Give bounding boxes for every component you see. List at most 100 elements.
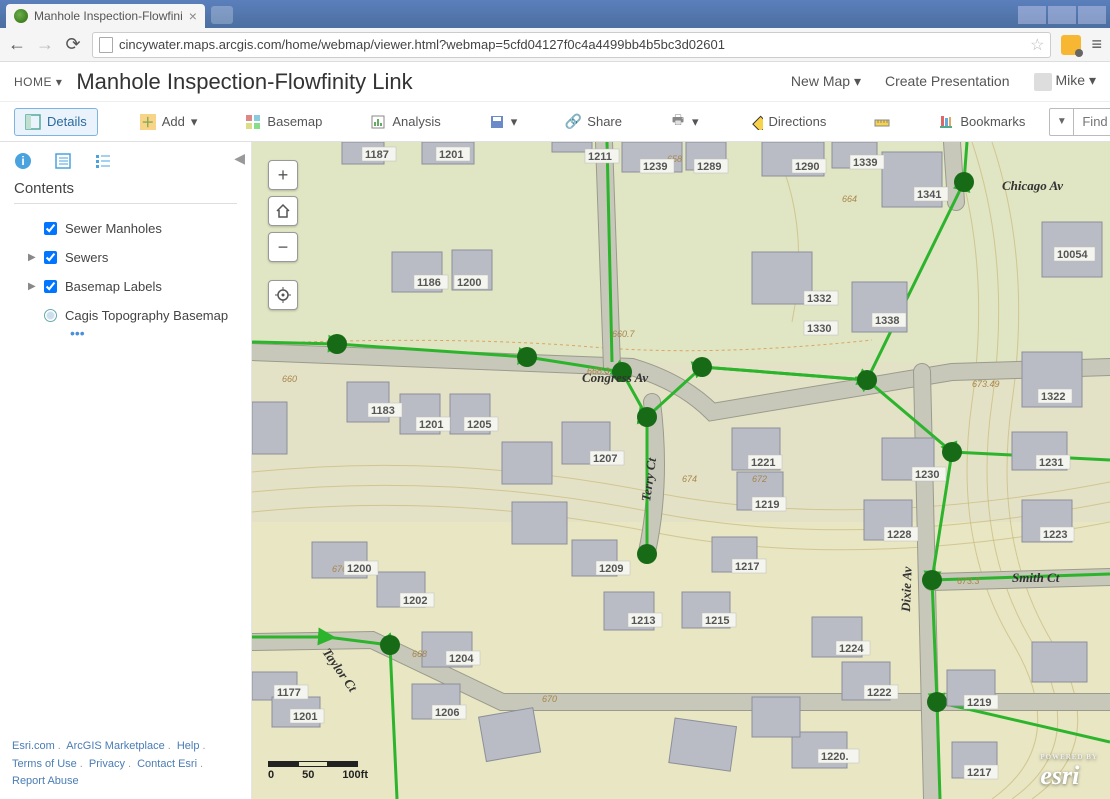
- svg-text:1206: 1206: [435, 707, 459, 719]
- svg-text:1231: 1231: [1039, 457, 1063, 469]
- home-dropdown[interactable]: HOME ▾: [14, 75, 62, 89]
- svg-text:1290: 1290: [795, 161, 819, 173]
- svg-text:1224: 1224: [839, 643, 864, 655]
- svg-text:670: 670: [542, 694, 557, 704]
- bookmark-star-icon[interactable]: ☆: [1030, 35, 1044, 55]
- app-toolbar: Details ＋ Add ▾ Basemap Analysis ▾ 🔗 Sha…: [0, 102, 1110, 142]
- tab-title: Manhole Inspection-Flowfini: [34, 9, 183, 23]
- zoom-in-button[interactable]: +: [268, 160, 298, 190]
- directions-button[interactable]: Directions: [741, 110, 833, 134]
- svg-text:1322: 1322: [1041, 391, 1065, 403]
- svg-text:1204: 1204: [449, 653, 474, 665]
- url-text: cincywater.maps.arcgis.com/home/webmap/v…: [119, 37, 725, 52]
- print-button[interactable]: 🖶▾: [664, 110, 705, 134]
- svg-text:1341: 1341: [917, 189, 941, 201]
- link-terms[interactable]: Terms of Use: [12, 758, 77, 770]
- forward-button[interactable]: →: [36, 34, 54, 55]
- extension-icon[interactable]: [1061, 35, 1081, 55]
- bookmarks-button[interactable]: Bookmarks: [932, 110, 1031, 134]
- map-canvas[interactable]: Chicago Av Congress Av Terry Ct Taylor C…: [252, 142, 1110, 799]
- browser-tab[interactable]: Manhole Inspection-Flowfini ×: [6, 4, 205, 28]
- close-tab-icon[interactable]: ×: [189, 8, 197, 24]
- locate-button[interactable]: [268, 280, 298, 310]
- layer-checkbox[interactable]: [44, 280, 57, 293]
- search-scope-dropdown[interactable]: ▼: [1050, 109, 1074, 135]
- contents-tab-icon[interactable]: [54, 152, 72, 170]
- measure-icon: [874, 114, 890, 130]
- share-icon: 🔗: [565, 114, 581, 130]
- layer-checkbox[interactable]: [44, 251, 57, 264]
- browser-toolbar: ← → ⟳ cincywater.maps.arcgis.com/home/we…: [0, 28, 1110, 62]
- basemap-radio-icon[interactable]: [44, 309, 57, 322]
- svg-text:674: 674: [682, 474, 697, 484]
- svg-text:664: 664: [842, 194, 857, 204]
- page-title: Manhole Inspection-Flowfinity Link: [76, 69, 412, 95]
- contents-heading: Contents: [14, 180, 237, 197]
- svg-text:Smith Ct: Smith Ct: [1012, 570, 1060, 585]
- maximize-button[interactable]: [1048, 6, 1076, 24]
- new-map-button[interactable]: New Map ▾: [791, 73, 861, 90]
- svg-text:1221: 1221: [751, 457, 775, 469]
- app-header: HOME ▾ Manhole Inspection-Flowfinity Lin…: [0, 62, 1110, 102]
- svg-text:1219: 1219: [755, 499, 779, 511]
- details-button[interactable]: Details: [14, 108, 98, 136]
- back-button[interactable]: ←: [8, 34, 26, 55]
- share-button[interactable]: 🔗 Share: [559, 110, 628, 134]
- svg-text:1201: 1201: [293, 711, 317, 723]
- scale-bar: 050100ft: [268, 761, 368, 781]
- save-button[interactable]: ▾: [483, 110, 524, 134]
- layer-checkbox[interactable]: [44, 222, 57, 235]
- map-zoom-controls: + −: [268, 160, 298, 310]
- collapse-sidebar-icon[interactable]: ◀: [234, 150, 245, 167]
- user-menu[interactable]: Mike ▾: [1034, 72, 1096, 90]
- svg-text:1215: 1215: [705, 615, 729, 627]
- create-presentation-button[interactable]: Create Presentation: [885, 73, 1010, 89]
- link-esri[interactable]: Esri.com: [12, 740, 55, 752]
- svg-text:1338: 1338: [875, 315, 899, 327]
- new-tab-button[interactable]: [211, 6, 233, 24]
- svg-text:1289: 1289: [697, 161, 721, 173]
- link-report[interactable]: Report Abuse: [12, 775, 79, 787]
- print-icon: 🖶: [670, 114, 686, 130]
- sidebar: i ◀ Contents Sewer Manholes ▶ Sewers ▶ B…: [0, 142, 252, 799]
- link-help[interactable]: Help: [177, 740, 200, 752]
- home-extent-button[interactable]: [268, 196, 298, 226]
- about-tab-icon[interactable]: i: [14, 152, 32, 170]
- minimize-button[interactable]: [1018, 6, 1046, 24]
- svg-text:668: 668: [412, 649, 427, 659]
- svg-text:1201: 1201: [419, 419, 443, 431]
- browser-tab-strip: Manhole Inspection-Flowfini ×: [0, 0, 1110, 28]
- svg-text:1220.: 1220.: [821, 751, 849, 763]
- svg-text:1222: 1222: [867, 687, 891, 699]
- measure-button[interactable]: [868, 110, 896, 134]
- layer-basemap-labels[interactable]: ▶ Basemap Labels: [14, 272, 237, 301]
- svg-text:672: 672: [752, 474, 767, 484]
- legend-tab-icon[interactable]: [94, 152, 112, 170]
- svg-text:1183: 1183: [371, 405, 395, 417]
- analysis-button[interactable]: Analysis: [364, 110, 446, 134]
- link-marketplace[interactable]: ArcGIS Marketplace: [66, 740, 164, 752]
- link-contact[interactable]: Contact Esri: [137, 758, 197, 770]
- zoom-out-button[interactable]: −: [268, 232, 298, 262]
- search-input[interactable]: [1074, 109, 1110, 135]
- layer-options-icon[interactable]: •••: [14, 330, 237, 336]
- save-icon: [489, 114, 505, 130]
- layer-sewer-manholes[interactable]: Sewer Manholes: [14, 214, 237, 243]
- close-window-button[interactable]: [1078, 6, 1106, 24]
- svg-text:1211: 1211: [588, 151, 612, 163]
- svg-text:i: i: [21, 154, 24, 168]
- chrome-menu-icon[interactable]: ≡: [1091, 34, 1102, 55]
- svg-text:1239: 1239: [643, 161, 667, 173]
- add-button[interactable]: ＋ Add ▾: [134, 110, 204, 134]
- svg-text:1209: 1209: [599, 563, 623, 575]
- link-privacy[interactable]: Privacy: [89, 758, 125, 770]
- reload-button[interactable]: ⟳: [64, 34, 82, 55]
- main-area: i ◀ Contents Sewer Manholes ▶ Sewers ▶ B…: [0, 142, 1110, 799]
- url-bar[interactable]: cincywater.maps.arcgis.com/home/webmap/v…: [92, 32, 1051, 58]
- basemap-button[interactable]: Basemap: [239, 110, 328, 134]
- layer-cagis-basemap[interactable]: Cagis Topography Basemap: [14, 301, 237, 330]
- layer-sewers[interactable]: ▶ Sewers: [14, 243, 237, 272]
- svg-text:1207: 1207: [593, 453, 617, 465]
- svg-text:1230: 1230: [915, 469, 939, 481]
- window-controls: [1018, 6, 1110, 28]
